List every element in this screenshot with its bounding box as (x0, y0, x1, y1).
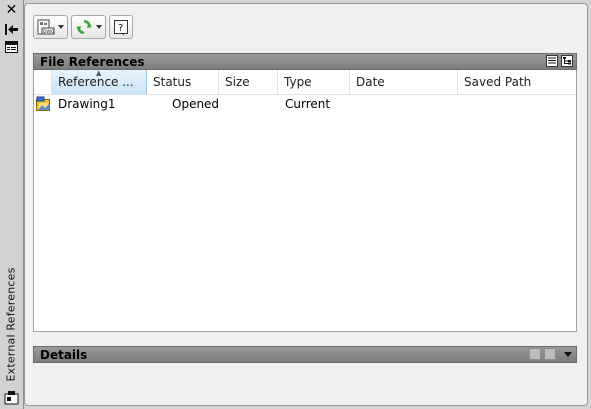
toolbar: DWG ? (33, 15, 133, 41)
external-references-panel: DWG ? File References ▲ Reference ... St… (24, 3, 588, 406)
help-button[interactable]: ? (109, 15, 133, 39)
refresh-button[interactable] (71, 15, 106, 39)
drawing-file-icon (36, 96, 50, 111)
attach-dwg-button[interactable]: DWG (33, 15, 68, 39)
svg-text:DWG: DWG (43, 29, 55, 35)
refresh-icon (76, 20, 92, 34)
details-view-icon[interactable] (529, 348, 541, 360)
properties-icon[interactable] (4, 40, 19, 54)
details-header[interactable]: Details (33, 346, 577, 363)
close-icon[interactable]: ✕ (4, 3, 19, 17)
reference-name-cell: Drawing1 (58, 97, 116, 111)
column-type[interactable]: Type (278, 70, 350, 94)
help-icon: ? (114, 20, 128, 35)
type-cell: Current (285, 97, 331, 111)
column-saved-path[interactable]: Saved Path (458, 70, 576, 94)
attach-dropdown-arrow[interactable] (58, 25, 64, 29)
column-headers: ▲ Reference ... Status Size Type Date Sa… (34, 70, 576, 95)
file-references-title: File References (40, 55, 145, 69)
file-references-header[interactable]: File References (33, 53, 577, 70)
xref-palette-icon (4, 390, 19, 405)
table-row[interactable]: Drawing1 Opened Current (34, 94, 576, 114)
column-reference-name[interactable]: ▲ Reference ... (52, 70, 147, 94)
palette-title-bar: ✕ External References (0, 0, 24, 409)
column-date[interactable]: Date (350, 70, 458, 94)
column-status[interactable]: Status (147, 70, 219, 94)
status-cell: Opened (172, 97, 220, 111)
palette-title-text: External References (4, 266, 18, 382)
list-view-icon[interactable] (546, 55, 558, 67)
column-icon (34, 70, 52, 94)
auto-hide-icon[interactable] (4, 22, 19, 36)
refresh-dropdown-arrow[interactable] (96, 25, 102, 29)
column-size[interactable]: Size (219, 70, 278, 94)
preview-view-icon[interactable] (544, 348, 556, 360)
details-title: Details (40, 348, 88, 362)
details-collapse-icon[interactable] (564, 351, 572, 357)
svg-text:?: ? (118, 23, 123, 34)
file-references-list: ▲ Reference ... Status Size Type Date Sa… (33, 70, 577, 332)
attach-dwg-icon: DWG (37, 19, 55, 35)
sort-ascending-icon: ▲ (96, 70, 102, 77)
tree-view-icon[interactable] (561, 55, 573, 67)
palette-title: External References (2, 266, 20, 382)
